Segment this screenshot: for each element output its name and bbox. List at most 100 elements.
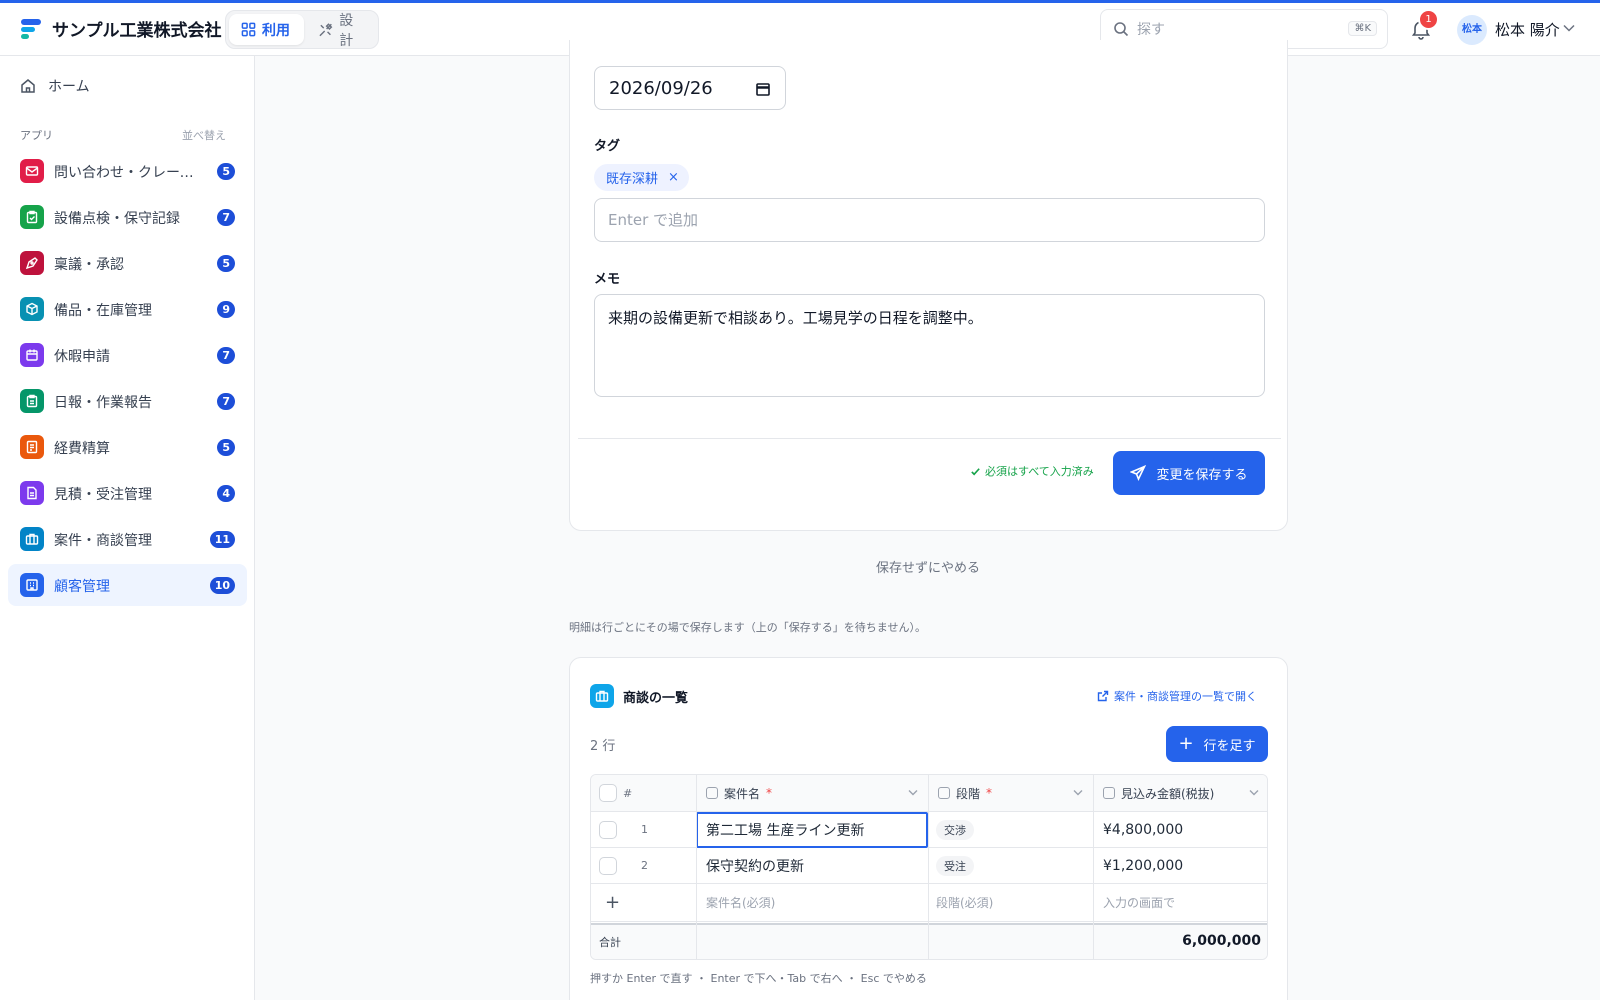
stage-header-label: 段階 (956, 786, 981, 801)
total-row: 合計 6,000,000 (591, 923, 1267, 959)
plus-icon: + (1178, 733, 1194, 754)
column-header-index: # (591, 775, 696, 812)
pen-icon (20, 251, 44, 275)
column-header-name[interactable]: 案件名 * (696, 775, 928, 812)
sidebar-item-inquiries[interactable]: 問い合わせ・クレーム管理 5 (8, 150, 247, 192)
save-button[interactable]: 変更を保存する (1113, 451, 1265, 495)
sidebar: ホーム アプリ 並べ替え 問い合わせ・クレーム管理 5 設備点検・保守記録 7 … (0, 56, 255, 1000)
row-checkbox[interactable] (599, 820, 617, 839)
count-badge: 11 (209, 531, 235, 548)
sidebar-item-label: 休暇申請 (54, 349, 110, 365)
column-checkbox[interactable] (1103, 787, 1115, 799)
app-logo (21, 19, 41, 39)
deal-name-cell[interactable]: 保守契約の更新 (696, 848, 928, 884)
required-mark: * (766, 786, 773, 800)
name-header-label: 案件名 (724, 786, 761, 801)
sidebar-item-inventory[interactable]: 備品・在庫管理 9 (8, 288, 247, 330)
new-row-stage-input[interactable]: 段階(必須) (928, 884, 1093, 922)
sidebar-item-label: 経費精算 (54, 441, 110, 457)
notification-badge: 1 (1418, 9, 1439, 30)
search-placeholder: 探す (1137, 22, 1165, 38)
mode-design-label: 設計 (339, 12, 354, 49)
deal-amount-cell[interactable]: ¥1,200,000 (1093, 848, 1267, 884)
document-icon (20, 481, 44, 505)
index-header-label: # (623, 786, 633, 800)
briefcase-icon (590, 684, 614, 708)
column-divider (1093, 775, 1094, 959)
select-all-checkbox[interactable] (599, 784, 617, 802)
date-field[interactable]: 2026/09/26 (594, 66, 786, 110)
column-checkbox[interactable] (706, 787, 718, 799)
total-label: 合計 (599, 936, 621, 949)
memo-textarea[interactable]: 来期の設備更新で相談あり。工場見学の日程を調整中。 (594, 294, 1265, 397)
chevron-down-icon[interactable] (1563, 24, 1575, 32)
chevron-down-icon[interactable] (1249, 789, 1259, 796)
user-name[interactable]: 松本 陽介 (1495, 19, 1560, 40)
add-row-button[interactable]: + 行を足す (1166, 726, 1268, 762)
chevron-down-icon[interactable] (1073, 789, 1083, 796)
sidebar-item-label: 設備点検・保守記録 (54, 211, 180, 227)
cancel-link[interactable]: 保存せずにやめる (876, 557, 980, 576)
deal-stage-cell[interactable]: 受注 (928, 848, 1093, 884)
chevron-down-icon[interactable] (908, 789, 918, 796)
count-badge: 5 (217, 439, 235, 456)
column-divider (928, 775, 929, 959)
required-status-text: 必須はすべて入力済み (985, 465, 1094, 478)
column-header-amount[interactable]: 見込み金額(税抜) (1093, 775, 1267, 812)
mail-icon (20, 159, 44, 183)
deal-stage-cell[interactable]: 交渉 (928, 812, 1093, 848)
sidebar-home-label: ホーム (48, 79, 90, 95)
required-mark: * (986, 786, 993, 800)
row-checkbox[interactable] (599, 856, 617, 875)
sidebar-item-quotes[interactable]: 見積・受注管理 4 (8, 472, 247, 514)
sidebar-item-expenses[interactable]: 経費精算 5 (8, 426, 247, 468)
mode-use-tab[interactable]: 利用 (229, 14, 304, 45)
deals-table: # 案件名 * 段階 * 見込み金額(税抜) 1 第二工場 生産ライン更新 交渉 (590, 774, 1268, 960)
amount-header-label: 見込み金額(税抜) (1121, 786, 1215, 801)
sidebar-item-maintenance[interactable]: 設備点検・保守記録 7 (8, 196, 247, 238)
calendar-icon (20, 343, 44, 367)
box-icon (20, 297, 44, 321)
external-link-icon (1097, 690, 1109, 702)
sidebar-item-home[interactable]: ホーム (20, 76, 90, 96)
search-icon (1114, 22, 1129, 37)
new-row-add-button[interactable]: + (591, 884, 696, 922)
column-header-stage[interactable]: 段階 * (928, 775, 1093, 812)
date-value: 2026/09/26 (609, 77, 713, 99)
sidebar-item-approvals[interactable]: 稟議・承認 5 (8, 242, 247, 284)
sidebar-item-customers[interactable]: 顧客管理 10 (8, 564, 247, 606)
deals-title: 商談の一覧 (623, 691, 689, 706)
deal-amount-cell[interactable]: ¥4,800,000 (1093, 812, 1267, 848)
total-value: 6,000,000 (1182, 933, 1261, 949)
tools-icon (319, 22, 333, 36)
receipt-icon (20, 435, 44, 459)
sidebar-item-label: 顧客管理 (54, 579, 110, 595)
avatar[interactable]: 松本 (1457, 15, 1487, 45)
building-icon (20, 573, 44, 597)
sidebar-item-label: 問い合わせ・クレーム管理 (54, 165, 204, 181)
count-badge: 5 (217, 163, 235, 180)
sidebar-item-label: 備品・在庫管理 (54, 303, 152, 319)
sidebar-item-daily-report[interactable]: 日報・作業報告 7 (8, 380, 247, 422)
row-count: 2 行 (590, 739, 616, 754)
save-button-label: 変更を保存する (1156, 467, 1248, 483)
open-in-deals-link[interactable]: 案件・商談管理の一覧で開く (1097, 688, 1257, 704)
sidebar-item-deals[interactable]: 案件・商談管理 11 (8, 518, 247, 560)
detail-note: 明細は行ごとにその場で保存します（上の「保存する」を待ちません）。 (569, 621, 926, 634)
mode-design-tab[interactable]: 設計 (306, 13, 376, 49)
count-badge: 7 (217, 209, 235, 226)
sort-button[interactable]: 並べ替え (182, 127, 226, 143)
stage-badge: 受注 (936, 855, 974, 876)
tag-input[interactable]: Enter で追加 (594, 198, 1265, 242)
company-name: サンプル工業株式会社 (52, 21, 222, 41)
column-checkbox[interactable] (938, 787, 950, 799)
mode-switcher: 利用 設計 (225, 10, 379, 49)
sidebar-item-leave[interactable]: 休暇申請 7 (8, 334, 247, 376)
stage-badge: 交渉 (936, 819, 974, 840)
new-row-name-input[interactable]: 案件名(必須) (696, 884, 928, 922)
tag-remove-button[interactable]: × (668, 170, 679, 185)
briefcase-icon (20, 527, 44, 551)
tag-chip-label: 既存深耕 (606, 172, 659, 187)
deal-name-cell[interactable]: 第二工場 生産ライン更新 (696, 812, 928, 848)
send-icon (1130, 465, 1147, 481)
